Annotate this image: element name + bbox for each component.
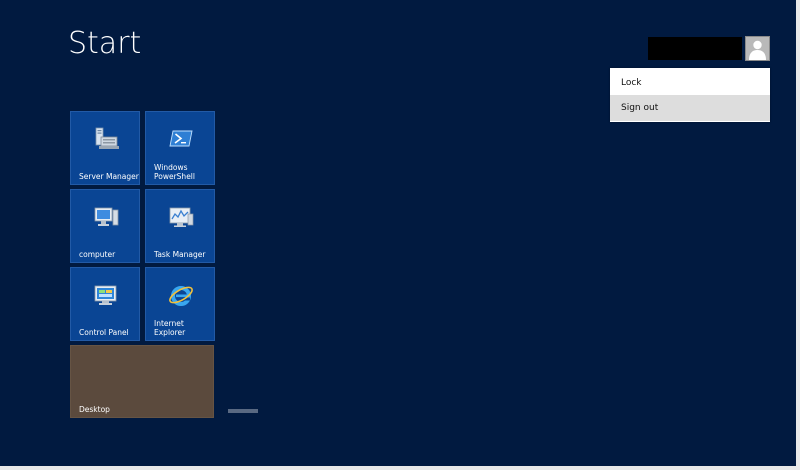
control-panel-icon — [94, 285, 117, 305]
powershell-icon — [169, 130, 193, 147]
tile-label: Desktop — [79, 405, 110, 414]
server-manager-icon — [95, 127, 119, 149]
computer-icon — [94, 207, 119, 226]
page-title: Start — [68, 26, 142, 61]
tile-label: Internet Explorer — [154, 319, 186, 337]
tile-label: Server Manager — [79, 172, 139, 181]
internet-explorer-icon — [169, 286, 193, 306]
tile-internet-explorer[interactable]: Internet Explorer — [145, 267, 215, 341]
tile-desktop[interactable]: Desktop — [70, 345, 258, 418]
user-menu: Lock Sign out — [610, 68, 770, 122]
tile-windows-powershell[interactable]: Windows PowerShell — [145, 111, 215, 185]
tile-server-manager[interactable]: Server Manager — [70, 111, 140, 185]
tile-label: Windows PowerShell — [154, 163, 195, 181]
user-avatar-icon[interactable] — [745, 36, 770, 61]
tile-task-manager[interactable]: Task Manager — [145, 189, 215, 263]
tile-control-panel[interactable]: Control Panel — [70, 267, 140, 341]
user-name[interactable] — [648, 37, 742, 60]
lock-menu-item[interactable]: Lock — [610, 70, 770, 96]
tile-computer[interactable]: computer — [70, 189, 140, 263]
task-manager-icon — [169, 207, 194, 227]
tile-label: computer — [79, 250, 116, 259]
start-screen: Start Lock Sign out Server Manager Windo… — [0, 0, 796, 466]
tile-label: Control Panel — [79, 328, 129, 337]
desktop-watermark — [228, 409, 258, 413]
sign-out-menu-item[interactable]: Sign out — [610, 95, 770, 121]
tile-label: Task Manager — [154, 250, 206, 259]
